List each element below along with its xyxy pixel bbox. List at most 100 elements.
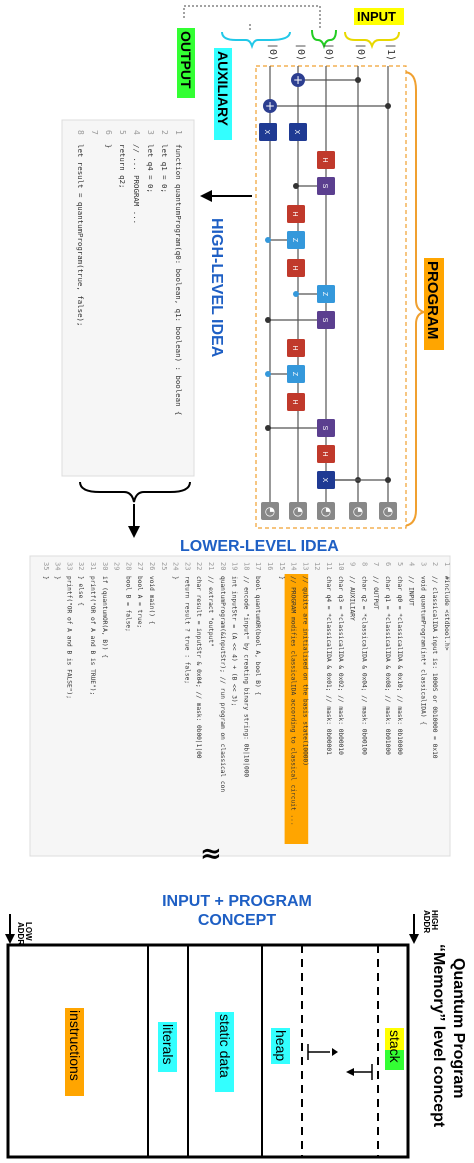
- measure-symbol: ◔: [353, 504, 363, 518]
- code-line: void quantumProgram(int* classicalIDA) {: [419, 576, 426, 725]
- code-line: quantumProgram(&inputStr); // run progra…: [219, 576, 226, 792]
- code-line-number: 11: [325, 562, 333, 570]
- code-line-number: 14: [290, 562, 298, 570]
- code-line: let q1 = 0;: [160, 144, 169, 193]
- code-line-number: 16: [266, 562, 274, 570]
- code-line: char q0 = *classicalIDA & 0x10; // mask:…: [396, 576, 403, 755]
- diagram-canvas: INPUT OUTPUT AUXILIARY PROGRAM |0⟩ |0⟩ |0⟩…: [5, 5, 467, 1159]
- code-line: #include <stdbool.h>: [443, 576, 450, 651]
- arrow-head-2: [128, 526, 140, 538]
- gate-letter: S: [321, 426, 328, 431]
- aux-label: AUXILIARY: [215, 51, 231, 127]
- code-line-number: 32: [77, 562, 85, 570]
- gate-letter: Z: [291, 372, 298, 377]
- code-line: char q1 = *classicalIDA & 0x08; // mask:…: [384, 576, 391, 755]
- code-line-number: 15: [278, 562, 286, 570]
- quantum-circuit: |0⟩ |0⟩ |0⟩ |0⟩ |1⟩ + + X X H S H Z H Z S H Z H S H X ◔ ◔ ◔ ◔ ◔: [255, 43, 407, 529]
- code-line: // extract "output": [207, 576, 214, 647]
- lower-level-section: LOWER-LEVEL IDEA 1 #include <stdbool.h> 2 /…: [29, 538, 451, 869]
- code-line-number: 4: [132, 130, 141, 135]
- gate-letter: H: [291, 399, 298, 404]
- code-line-number: 29: [113, 562, 121, 570]
- high-level-title: HIGH-LEVEL IDEA: [208, 218, 225, 358]
- code-line: let q4 = 0;: [146, 144, 155, 193]
- code-line: }: [54, 576, 61, 580]
- code-line-number: 26: [148, 562, 156, 570]
- code-line-number: 7: [372, 562, 380, 566]
- control-dot: [385, 103, 391, 109]
- low-addr-arrow-head: [5, 934, 15, 944]
- code-line: printf("OR of A and B is TRUE");: [89, 576, 96, 695]
- quantum-program-title-2: “Memory” level concept: [430, 944, 447, 1128]
- code-line-number: 33: [65, 562, 73, 570]
- gate-letter: H: [291, 265, 298, 270]
- code-line-number: 20: [219, 562, 227, 570]
- instructions-group: instructions: [65, 1008, 84, 1096]
- code-line-number: 5: [396, 562, 404, 566]
- gate-letter: X: [321, 478, 328, 483]
- aux-label-group: AUXILIARY: [214, 48, 232, 140]
- control-dot: [293, 291, 299, 297]
- program-label: PROGRAM: [424, 261, 441, 339]
- code-line-number: 2: [431, 562, 439, 566]
- measure-symbol: ◔: [383, 504, 393, 518]
- control-dot: [265, 317, 271, 323]
- concept-title-1: INPUT + PROGRAM: [162, 893, 312, 910]
- qubit-label: |0⟩: [267, 43, 278, 61]
- code-line-number: 25: [160, 562, 168, 570]
- code-line-number: 31: [89, 562, 97, 570]
- code-line: char q2 = *classicalIDA & 0x04; // mask:…: [360, 576, 367, 755]
- code-line: bool quantumOR(bool A, bool B) {: [254, 576, 261, 695]
- control-dot: [355, 77, 361, 83]
- code-line: }: [278, 576, 285, 580]
- code-line: printf("OR of A and B is FALSE");: [65, 576, 72, 699]
- code-line-number: 3: [146, 130, 155, 135]
- code-line-number: 3: [419, 562, 427, 566]
- gate-letter: X: [293, 130, 300, 135]
- code-line-number: 24: [172, 562, 180, 570]
- control-dot: [293, 183, 299, 189]
- low-addr-2: ADDR: [16, 922, 25, 945]
- code-line: let result = quantumProgram(true, false)…: [76, 144, 85, 326]
- gate-letter: Z: [321, 292, 328, 297]
- measure-symbol: ◔: [265, 504, 275, 518]
- code-line-number: 27: [136, 562, 144, 570]
- code-line: // INPUT: [408, 576, 415, 606]
- literals-label: literals: [160, 1024, 176, 1064]
- code-line: } else {: [77, 576, 84, 606]
- code-brace: [79, 481, 191, 503]
- code-line: // PROGRAM modifies classicalIDA accordi…: [290, 576, 297, 826]
- code-line-number: 34: [54, 562, 62, 570]
- control-dot: [265, 237, 271, 243]
- gate-letter: X: [263, 130, 270, 135]
- code-line-number: 19: [231, 562, 239, 570]
- qubit-label: |1⟩: [385, 43, 396, 61]
- literals-group: literals: [158, 1022, 177, 1072]
- stack-group: stack: [385, 1028, 404, 1070]
- qubit-label: |0⟩: [355, 43, 366, 61]
- gate-letter: S: [321, 318, 328, 323]
- code-line-number: 12: [313, 562, 321, 570]
- code-line: bool A = true;: [136, 576, 143, 628]
- gate-letter: H: [291, 345, 298, 350]
- code-line-number: 28: [124, 562, 132, 570]
- concept-title-2: CONCEPT: [198, 912, 276, 929]
- code-line: // qubits are initialised on the basis s…: [301, 576, 308, 766]
- code-line-number: 5: [118, 130, 127, 135]
- control-dot: [385, 477, 391, 483]
- high-level-title-group: HIGH-LEVEL IDEA: [208, 218, 225, 358]
- code-line-number: 6: [104, 130, 113, 135]
- code-line: char result = inputStr & 0x04; // mask: …: [195, 576, 202, 759]
- code-line-number: 17: [254, 562, 262, 570]
- code-line: return result ? true : false;: [183, 576, 190, 684]
- code-line-number: 10: [337, 562, 345, 570]
- code-line-number: 6: [384, 562, 392, 566]
- code-line: return q2;: [118, 144, 127, 189]
- heap-group: heap: [271, 1028, 290, 1064]
- gate-letter: H: [321, 451, 328, 456]
- code-line: // AUXILIARY: [349, 576, 356, 621]
- code-line: if (quantumOR(A, B)) {: [101, 576, 108, 658]
- code-line: // classicalIDA input is: 1000S or 0b100…: [431, 576, 438, 759]
- code-line: // ... PROGRAM ...: [132, 144, 141, 224]
- code-line-number: 22: [195, 562, 203, 570]
